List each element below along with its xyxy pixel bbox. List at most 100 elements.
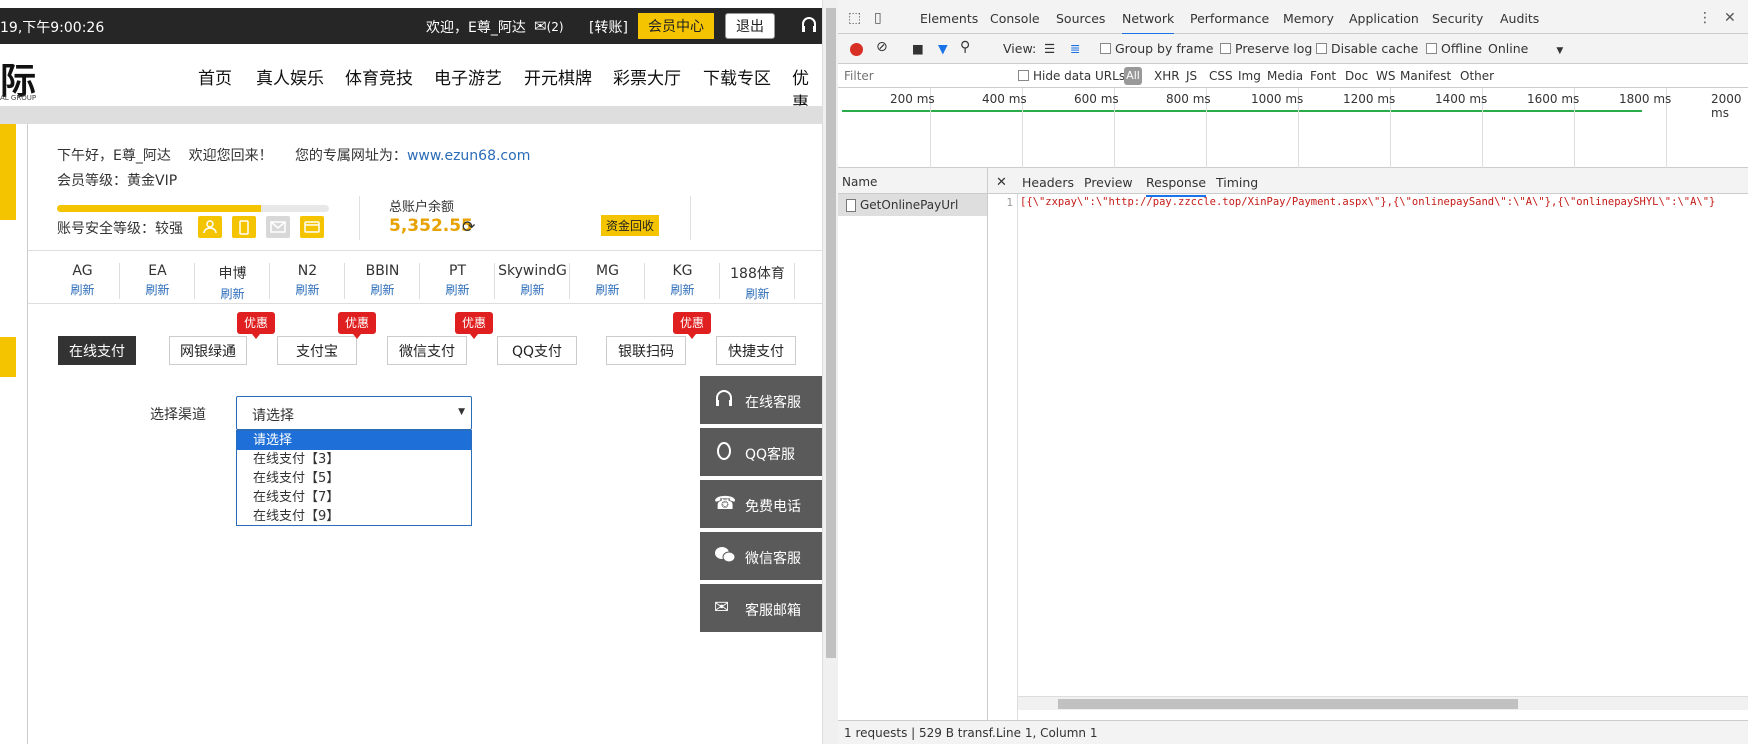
side-accent [0,124,16,220]
transfer-link[interactable]: [转账] [589,17,628,37]
filter-type-all[interactable]: All [1124,67,1142,85]
service-phone[interactable]: ☎ 免费电话 [700,480,822,530]
bank-card-icon[interactable] [300,216,324,238]
nav-home[interactable]: 首页 [198,64,232,89]
tab-console[interactable]: Console [990,11,1040,26]
platform-refresh-link[interactable]: 刷新 [196,285,269,302]
nav-sports[interactable]: 体育竞技 [345,64,413,89]
horizontal-scrollbar[interactable] [1018,696,1748,710]
scrollbar-thumb[interactable] [826,8,836,658]
tab-memory[interactable]: Memory [1283,11,1334,26]
filter-type-css[interactable]: CSS [1209,69,1233,83]
nav-slots[interactable]: 电子游艺 [434,64,502,89]
filter-type-xhr[interactable]: XHR [1154,69,1180,83]
platform-refresh-link[interactable]: 刷新 [271,281,344,298]
platform-refresh-link[interactable]: 刷新 [646,281,719,298]
filter-type-ws[interactable]: WS [1376,69,1395,83]
service-email[interactable]: ✉ 客服邮箱 [700,584,822,634]
page-scrollbar[interactable] [822,0,838,744]
user-icon[interactable] [198,216,222,238]
channel-option[interactable]: 在线支付【7】 [237,488,471,507]
disable-cache-checkbox[interactable]: Disable cache [1316,41,1418,56]
tab-audits[interactable]: Audits [1500,11,1539,26]
tab-application[interactable]: Application [1349,11,1419,26]
logout-button[interactable]: 退出 [725,13,775,39]
tab-timing[interactable]: Timing [1216,175,1258,190]
group-by-frame-checkbox[interactable]: Group by frame [1100,41,1213,56]
channel-option[interactable]: 在线支付【9】 [237,507,471,526]
filter-type-other[interactable]: Other [1460,69,1494,83]
filter-input[interactable] [844,67,1004,85]
offline-checkbox[interactable]: Offline [1426,41,1482,56]
nav-downloads[interactable]: 下载专区 [703,64,771,89]
filter-type-media[interactable]: Media [1267,69,1303,83]
tab-response[interactable]: Response [1146,175,1207,197]
pay-alipay-button[interactable]: 支付宝 [277,336,357,365]
pay-quick-button[interactable]: 快捷支付 [716,336,796,365]
platform-refresh-link[interactable]: 刷新 [121,281,194,298]
channel-option[interactable]: 在线支付【3】 [237,450,471,469]
clear-icon[interactable]: ⊘ [876,39,888,55]
pay-wechat-button[interactable]: 微信支付 [387,336,467,365]
platform-bbin: BBIN 刷新 [346,263,420,299]
service-online-chat[interactable]: 在线客服 [700,376,822,426]
close-detail-icon[interactable]: ✕ [996,175,1007,190]
large-rows-icon[interactable]: ☰ [1044,41,1055,56]
name-column-header[interactable]: Name [838,168,987,194]
search-icon[interactable]: ⚲ [960,39,970,55]
tab-performance[interactable]: Performance [1190,11,1269,26]
network-timeline[interactable]: 200 ms 400 ms 600 ms 800 ms 1000 ms 1200… [838,88,1748,168]
hide-data-urls-checkbox[interactable]: Hide data URLs [1018,69,1125,83]
filter-type-font[interactable]: Font [1310,69,1336,83]
filter-type-img[interactable]: Img [1238,69,1261,83]
response-body[interactable]: [{\"zxpay\":\"http://pay.zzccle.top/XinP… [1020,196,1746,208]
capture-screenshots-icon[interactable]: ■ [912,41,924,56]
pay-qq-button[interactable]: QQ支付 [497,336,577,365]
nav-lottery[interactable]: 彩票大厅 [613,64,681,89]
overview-icon[interactable]: ≣ [1070,41,1080,56]
service-wechat[interactable]: 微信客服 [700,532,822,582]
preserve-log-checkbox[interactable]: Preserve log [1220,41,1312,56]
pay-online-button[interactable]: 在线支付 [58,336,136,365]
channel-select[interactable]: 请选择 ▼ [236,396,472,430]
scrollbar-thumb[interactable] [1058,699,1518,709]
refresh-icon[interactable]: ⟳ [462,217,475,236]
pay-unionpay-button[interactable]: 银联扫码 [606,336,686,365]
email-icon[interactable] [266,216,290,238]
filter-type-doc[interactable]: Doc [1345,69,1368,83]
service-qq[interactable]: QQ客服 [700,428,822,478]
platform-refresh-link[interactable]: 刷新 [571,281,644,298]
pay-bank-button[interactable]: 网银绿通 [169,336,247,365]
platform-refresh-link[interactable]: 刷新 [346,281,419,298]
exclusive-url-link[interactable]: www.ezun68.com [407,148,530,164]
tab-preview[interactable]: Preview [1084,175,1133,190]
more-icon[interactable]: ⋮ [1698,10,1712,26]
nav-chess[interactable]: 开元棋牌 [524,64,592,89]
close-icon[interactable]: ✕ [1724,10,1736,26]
member-center-button[interactable]: 会员中心 [638,13,714,39]
mobile-icon[interactable] [232,216,256,238]
nav-live-casino[interactable]: 真人娱乐 [256,64,324,89]
device-toolbar-icon[interactable]: ▯ [874,10,882,26]
platform-refresh-link[interactable]: 刷新 [496,281,569,298]
inspect-icon[interactable]: ⬚ [848,10,861,26]
platform-refresh-link[interactable]: 刷新 [421,281,494,298]
tab-headers[interactable]: Headers [1022,175,1074,190]
filter-icon[interactable]: ▼ [938,41,948,56]
mail-link[interactable]: ✉(2) [534,17,564,35]
tab-elements[interactable]: Elements [920,11,978,26]
channel-option[interactable]: 在线支付【5】 [237,469,471,488]
tab-security[interactable]: Security [1432,11,1483,26]
record-icon[interactable] [850,43,863,56]
recover-funds-button[interactable]: 资金回收 [601,215,659,236]
platform-refresh-link[interactable]: 刷新 [46,281,119,298]
tab-network[interactable]: Network [1122,11,1175,35]
channel-option[interactable]: 请选择 [237,431,471,450]
filter-type-js[interactable]: JS [1186,69,1197,83]
headset-icon[interactable] [800,16,818,38]
platform-refresh-link[interactable]: 刷新 [721,285,794,302]
tab-sources[interactable]: Sources [1056,11,1105,26]
filter-type-manifest[interactable]: Manifest [1400,69,1451,83]
throttle-select[interactable]: Online ▼ [1488,41,1563,56]
request-row[interactable]: GetOnlinePayUrl [838,194,987,216]
